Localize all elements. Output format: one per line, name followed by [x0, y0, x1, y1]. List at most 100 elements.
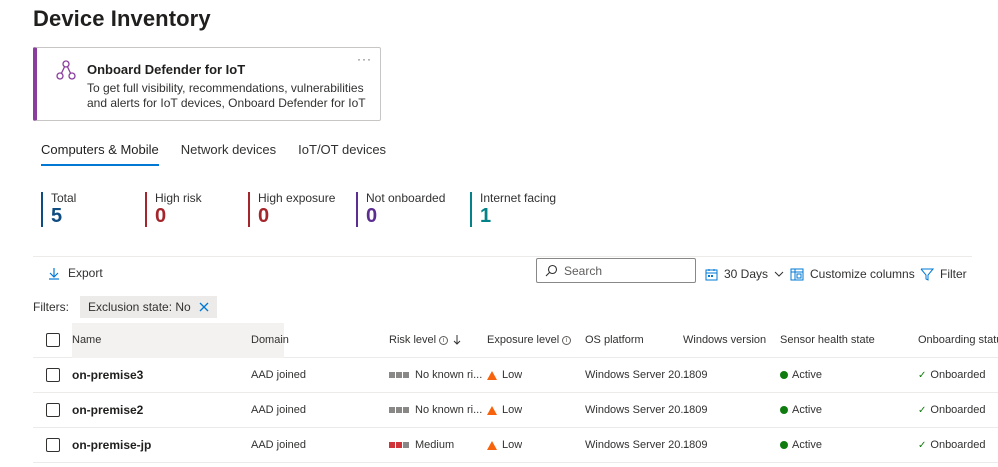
stat-high-exposure[interactable]: High exposure 0 [248, 192, 335, 227]
stat-label: High risk [155, 191, 202, 205]
exposure-level-text: Low [502, 439, 523, 451]
onboarding-status-cell: ✓ Onboarded [918, 358, 985, 392]
onboarding-status-cell: ✓ Onboarded [918, 393, 985, 427]
status-dot-icon [780, 371, 788, 379]
windows-version-cell: 1809 [683, 404, 708, 416]
onboarding-status-cell: ✓ Onboarded [918, 428, 985, 462]
tab-iot-ot-devices[interactable]: IoT/OT devices [298, 142, 386, 166]
domain-cell: AAD joined [251, 369, 307, 381]
onboard-defender-card[interactable]: Onboard Defender for IoT To get full vis… [33, 47, 381, 121]
risk-level-text: Medium [415, 439, 455, 451]
device-name[interactable]: on-premise-jp [72, 428, 151, 462]
row-checkbox[interactable] [46, 403, 60, 417]
domain-cell: AAD joined [251, 439, 307, 451]
export-button[interactable]: Export [48, 266, 103, 280]
stat-value: 5 [51, 205, 63, 227]
warning-icon [487, 440, 497, 450]
column-header-domain[interactable]: Domain [251, 323, 289, 357]
stat-value: 0 [366, 205, 378, 227]
export-label: Export [68, 266, 103, 280]
filter-icon [920, 268, 934, 281]
windows-version-cell: 1809 [683, 439, 708, 451]
device-name[interactable]: on-premise2 [72, 393, 143, 427]
more-options-button[interactable]: ··· [357, 52, 372, 66]
onboard-card-description: To get full visibility, recommendations,… [87, 81, 366, 110]
risk-level-cell: No known ri... [389, 358, 482, 392]
table-row[interactable]: on-premise-jp AAD joined Medium Low Wind… [33, 428, 998, 463]
stat-value: 1 [480, 205, 492, 227]
checkmark-icon: ✓ [918, 369, 927, 381]
onboarding-status-text: Onboarded [930, 439, 986, 451]
column-header-risk-level[interactable]: Risk level i [389, 323, 461, 357]
checkmark-icon: ✓ [918, 404, 927, 416]
iot-network-icon [56, 60, 76, 80]
sensor-health-text: Active [792, 439, 822, 451]
column-header-exposure-level[interactable]: Exposure level i [487, 323, 572, 357]
info-icon[interactable]: i [439, 335, 449, 345]
date-range-dropdown[interactable]: 30 Days [705, 267, 784, 281]
sensor-health-cell: Active [780, 358, 822, 392]
filter-chip-label: Exclusion state: No [88, 300, 191, 314]
column-header-name[interactable]: Name [72, 323, 101, 357]
os-platform-cell: Windows Server 20... [585, 439, 690, 451]
tab-computers-mobile[interactable]: Computers & Mobile [41, 142, 159, 166]
sort-arrow-down-icon [453, 335, 461, 345]
exposure-level-text: Low [502, 369, 523, 381]
exposure-level-cell: Low [487, 428, 522, 462]
column-header-sensor-health[interactable]: Sensor health state [780, 323, 875, 357]
row-checkbox[interactable] [46, 438, 60, 452]
column-header-os-platform[interactable]: OS platform [585, 323, 644, 357]
exposure-level-cell: Low [487, 393, 522, 427]
filter-label: Filter [940, 267, 967, 281]
device-name[interactable]: on-premise3 [72, 358, 143, 392]
stat-label: Not onboarded [366, 191, 446, 205]
table-row[interactable]: on-premise2 AAD joined No known ri... Lo… [33, 393, 998, 428]
sensor-health-cell: Active [780, 393, 822, 427]
stat-high-risk[interactable]: High risk 0 [145, 192, 202, 227]
warning-icon [487, 405, 497, 415]
filters-label: Filters: [33, 300, 69, 314]
search-icon [545, 264, 558, 277]
onboarding-status-text: Onboarded [930, 369, 986, 381]
risk-bars-icon [389, 442, 409, 448]
column-header-windows-version[interactable]: Windows version [683, 323, 766, 357]
table-row[interactable]: on-premise3 AAD joined No known ri... Lo… [33, 358, 998, 393]
sensor-health-text: Active [792, 369, 822, 381]
filter-chip-exclusion-state[interactable]: Exclusion state: No [80, 296, 217, 318]
os-platform-cell: Windows Server 20... [585, 369, 690, 381]
search-input[interactable] [564, 263, 684, 278]
customize-columns-button[interactable]: Customize columns [790, 267, 915, 281]
row-checkbox[interactable] [46, 368, 60, 382]
status-dot-icon [780, 441, 788, 449]
checkmark-icon: ✓ [918, 439, 927, 451]
stat-not-onboarded[interactable]: Not onboarded 0 [356, 192, 445, 227]
select-all-checkbox[interactable] [46, 333, 60, 347]
filter-button[interactable]: Filter [920, 267, 967, 281]
risk-level-text: No known ri... [415, 369, 483, 381]
stat-label: Total [51, 191, 77, 205]
tab-network-devices[interactable]: Network devices [181, 142, 276, 166]
download-icon [49, 267, 59, 280]
risk-bars-icon [389, 372, 409, 378]
risk-level-cell: Medium [389, 428, 454, 462]
stat-label: High exposure [258, 191, 336, 205]
stat-value: 0 [258, 205, 270, 227]
stat-internet-facing[interactable]: Internet facing 1 [470, 192, 556, 227]
table-header-row: Name Domain Risk level i Exposure level … [33, 323, 998, 358]
exposure-level-text: Low [502, 404, 523, 416]
search-box[interactable] [536, 258, 696, 283]
domain-cell: AAD joined [251, 404, 307, 416]
stat-total[interactable]: Total 5 [41, 192, 76, 227]
risk-level-cell: No known ri... [389, 393, 482, 427]
calendar-icon [705, 268, 718, 280]
sensor-health-text: Active [792, 404, 822, 416]
column-header-onboarding-status[interactable]: Onboarding status [918, 323, 998, 357]
customize-columns-label: Customize columns [810, 267, 915, 281]
chevron-down-icon [774, 271, 784, 277]
info-icon[interactable]: i [562, 335, 572, 345]
device-tabs: Computers & Mobile Network devices IoT/O… [41, 142, 408, 166]
close-icon[interactable] [199, 302, 209, 312]
sensor-health-cell: Active [780, 428, 822, 462]
days-label: 30 Days [724, 267, 769, 281]
windows-version-cell: 1809 [683, 369, 708, 381]
